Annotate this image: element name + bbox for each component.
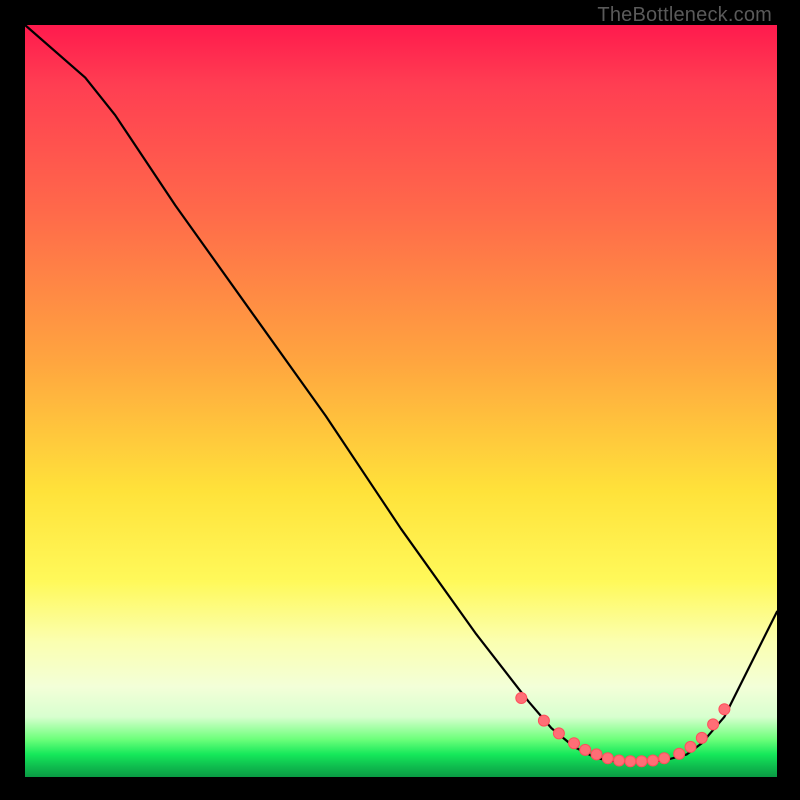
optimal-dot (708, 719, 719, 730)
optimal-dot (647, 755, 658, 766)
curve-overlay (25, 25, 777, 777)
optimal-dot (659, 753, 670, 764)
chart-frame: TheBottleneck.com (0, 0, 800, 800)
optimal-dot (636, 756, 647, 767)
optimal-dot (580, 744, 591, 755)
optimal-dots-group (516, 693, 730, 767)
bottleneck-curve (25, 25, 777, 762)
optimal-dot (602, 753, 613, 764)
optimal-dot (553, 728, 564, 739)
optimal-dot (625, 756, 636, 767)
optimal-dot (719, 704, 730, 715)
optimal-dot (569, 738, 580, 749)
optimal-dot (614, 755, 625, 766)
watermark-text: TheBottleneck.com (597, 4, 772, 27)
optimal-dot (516, 693, 527, 704)
optimal-dot (674, 748, 685, 759)
optimal-dot (538, 715, 549, 726)
optimal-dot (591, 749, 602, 760)
optimal-dot (696, 732, 707, 743)
optimal-dot (685, 741, 696, 752)
